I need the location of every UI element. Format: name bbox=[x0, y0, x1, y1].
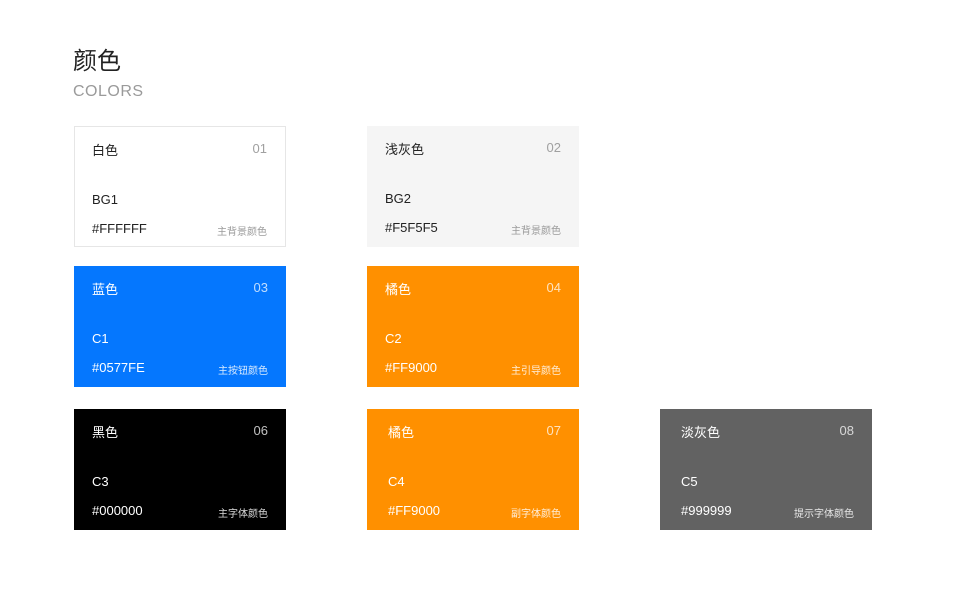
color-hex: #000000 bbox=[92, 503, 143, 518]
color-hex: #FFFFFF bbox=[92, 221, 147, 236]
color-usage: 副字体颜色 bbox=[511, 509, 561, 520]
color-hex: #FF9000 bbox=[388, 503, 441, 518]
color-usage: 主背景颜色 bbox=[511, 226, 561, 237]
color-swatch-card: 淡灰色 08 C5 #999999 提示字体颜色 bbox=[660, 409, 872, 530]
color-swatch-card: 浅灰色 02 BG2 #F5F5F5 主背景颜色 bbox=[367, 126, 579, 247]
color-hex: #FF9000 bbox=[385, 360, 438, 375]
color-code: C5 bbox=[681, 474, 698, 489]
color-code: C1 bbox=[92, 331, 109, 346]
page-subtitle: COLORS bbox=[73, 83, 144, 100]
color-code: BG1 bbox=[92, 192, 119, 207]
color-swatch-card: 白色 01 BG1 #FFFFFF 主背景颜色 bbox=[74, 126, 286, 247]
color-number: 03 bbox=[253, 280, 268, 295]
color-number: 06 bbox=[253, 423, 268, 438]
color-name: 橘色 bbox=[388, 426, 415, 441]
color-swatch-card: 橘色 07 C4 #FF9000 副字体颜色 bbox=[367, 409, 579, 530]
color-swatch-card: 橘色 04 C2 #FF9000 主引导颜色 bbox=[367, 266, 579, 387]
color-swatch-card: 蓝色 03 C1 #0577FE 主按钮颜色 bbox=[74, 266, 286, 387]
color-usage: 主按钮颜色 bbox=[218, 366, 268, 377]
color-number: 07 bbox=[546, 423, 561, 438]
color-usage: 提示字体颜色 bbox=[794, 509, 854, 520]
color-usage: 主引导颜色 bbox=[511, 366, 561, 377]
color-hex: #0577FE bbox=[92, 360, 145, 375]
color-number: 01 bbox=[252, 141, 267, 156]
color-name: 蓝色 bbox=[92, 283, 119, 298]
color-number: 08 bbox=[839, 423, 854, 438]
color-code: BG2 bbox=[385, 191, 412, 206]
page-title: 颜色 bbox=[73, 47, 121, 75]
color-code: C3 bbox=[92, 474, 109, 489]
color-name: 黑色 bbox=[92, 426, 119, 441]
color-swatch-card: 黑色 06 C3 #000000 主字体颜色 bbox=[74, 409, 286, 530]
color-name: 橘色 bbox=[385, 283, 412, 298]
color-name: 淡灰色 bbox=[681, 426, 721, 441]
color-number: 02 bbox=[546, 140, 561, 155]
color-usage: 主背景颜色 bbox=[217, 227, 267, 238]
color-usage: 主字体颜色 bbox=[218, 509, 268, 520]
color-name: 白色 bbox=[92, 144, 119, 159]
color-hex: #999999 bbox=[681, 503, 732, 518]
color-code: C4 bbox=[388, 474, 405, 489]
color-name: 浅灰色 bbox=[385, 143, 425, 158]
color-code: C2 bbox=[385, 331, 402, 346]
color-number: 04 bbox=[546, 280, 561, 295]
color-hex: #F5F5F5 bbox=[385, 220, 438, 235]
